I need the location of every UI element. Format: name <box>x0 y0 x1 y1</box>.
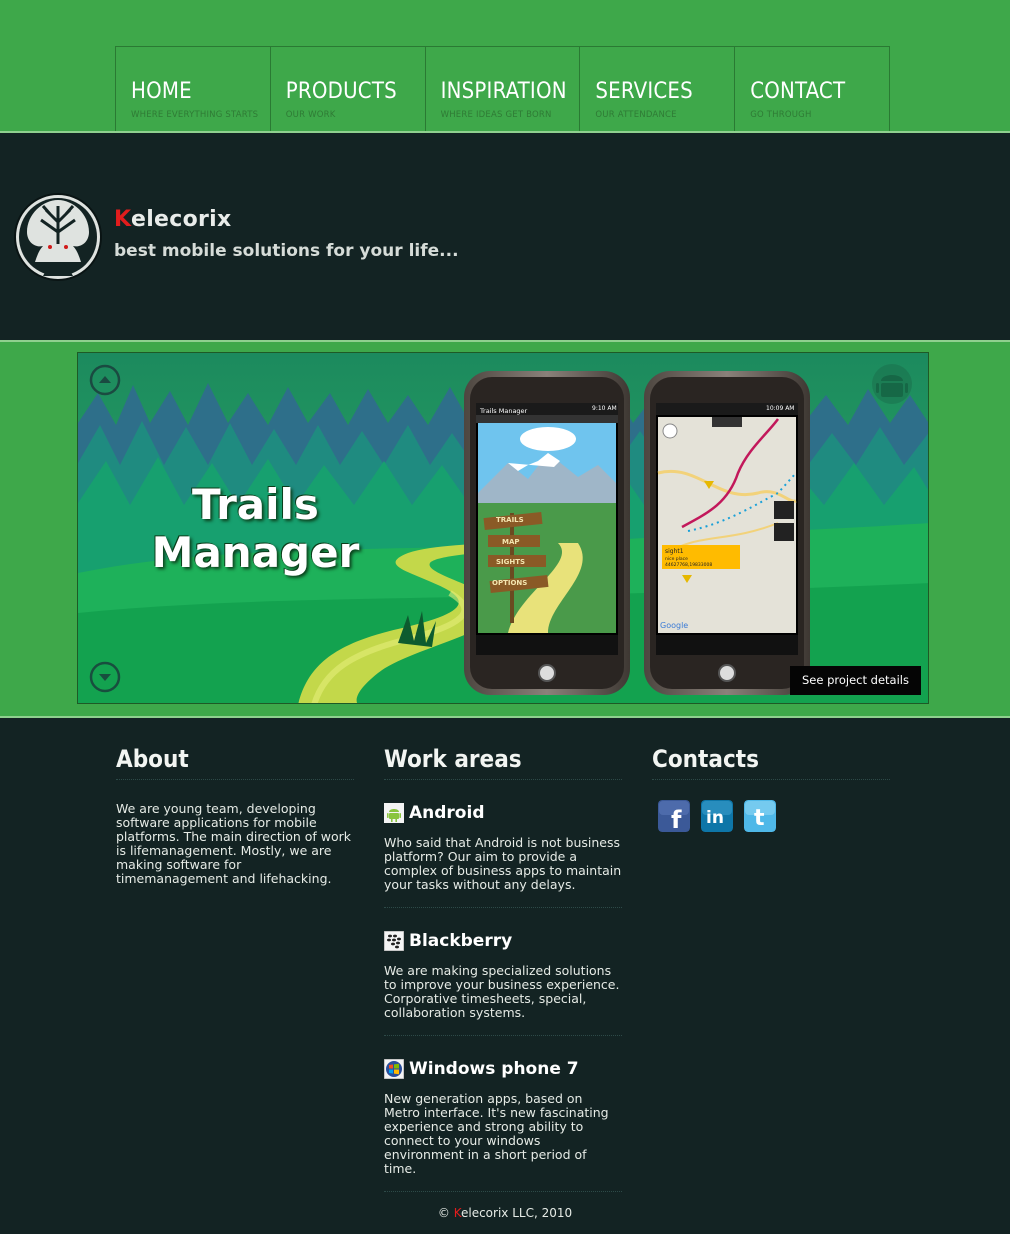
work-area-blackberry: Blackberry We are making specialized sol… <box>384 908 622 1036</box>
twitter-icon[interactable]: t <box>744 800 776 832</box>
phone1-app-title: Trails Manager <box>479 407 528 415</box>
android-watermark-icon <box>872 364 912 404</box>
work-area-windows-phone: Windows phone 7 New generation apps, bas… <box>384 1036 622 1192</box>
banner-title: Trails Manager <box>148 481 363 577</box>
work-area-header: Windows phone 7 <box>384 1058 622 1080</box>
work-area-header: Android <box>384 802 622 824</box>
about-heading: About <box>116 744 354 780</box>
work-area-text: Who said that Android is not business pl… <box>384 835 622 892</box>
nav-item-inspiration[interactable]: INSPIRATION WHERE IDEAS GET BORN <box>425 46 581 131</box>
menu-item-options: OPTIONS <box>492 579 527 587</box>
linkedin-label: in <box>706 808 724 828</box>
site-header: Kelecorix best mobile solutions for your… <box>0 135 1010 340</box>
nav-title: PRODUCTS <box>285 79 397 104</box>
work-area-text: New generation apps, based on Metro inte… <box>384 1091 609 1176</box>
map-brand: Google <box>660 621 688 630</box>
work-areas-section: Work areas Android Who said that Android… <box>384 744 622 1192</box>
phone1-time: 9:10 AM <box>592 405 617 412</box>
tree-logo-icon[interactable] <box>13 192 103 282</box>
nav-subtitle: OUR ATTENDANCE <box>595 110 677 120</box>
brand-slogan: best mobile solutions for your life... <box>114 241 459 261</box>
phone2-time: 10:09 AM <box>766 405 794 412</box>
map-popup-coords: 44627768,19833008 <box>665 562 712 568</box>
map-popup-desc: nice place <box>665 556 688 562</box>
slider-up-arrow-icon[interactable] <box>89 364 121 396</box>
footer-brand-rest: elecorix LLC, 2010 <box>460 1206 573 1220</box>
brand-name[interactable]: Kelecorix <box>114 207 232 232</box>
menu-item-trails: TRAILS <box>496 516 524 524</box>
project-banner: Trails Manager 9:10 AM TRAILS MAP SIGHTS… <box>77 352 929 704</box>
see-project-details-button[interactable]: See project details <box>790 666 921 695</box>
nav-item-home[interactable]: HOME WHERE EVERYTHING STARTS <box>116 46 271 131</box>
copyright-symbol: © <box>437 1206 450 1220</box>
nav-title: CONTACT <box>750 79 846 104</box>
slider-down-arrow-icon[interactable] <box>89 661 121 693</box>
nav-title: SERVICES <box>595 79 693 104</box>
nav-item-products[interactable]: PRODUCTS OUR WORK <box>270 46 426 131</box>
nav-title: HOME <box>131 79 192 104</box>
main-menu: HOME WHERE EVERYTHING STARTS PRODUCTS OU… <box>115 46 890 131</box>
work-area-text: We are making specialized solutions to i… <box>384 963 620 1020</box>
about-section: About We are young team, developing soft… <box>116 744 354 886</box>
nav-title: INSPIRATION <box>440 79 567 104</box>
work-area-title: Windows phone 7 <box>409 1059 579 1079</box>
nav-item-contact[interactable]: CONTACT GO THROUGH <box>735 46 890 131</box>
work-area-title: Android <box>409 803 485 823</box>
footer-brand-initial: K <box>453 1206 461 1220</box>
social-links: f in t <box>652 800 890 832</box>
nav-subtitle: GO THROUGH <box>750 110 812 120</box>
facebook-icon[interactable]: f <box>658 800 690 832</box>
menu-item-sights: SIGHTS <box>496 558 525 566</box>
phone-mockup-map <box>644 371 810 695</box>
top-navigation-band: HOME WHERE EVERYTHING STARTS PRODUCTS OU… <box>0 0 1010 133</box>
about-text: We are young team, developing software a… <box>116 801 352 886</box>
brand-rest: elecorix <box>130 207 232 232</box>
work-area-android: Android Who said that Android is not bus… <box>384 780 622 908</box>
linkedin-icon[interactable]: in <box>701 800 733 832</box>
banner-title-line2: Manager <box>151 528 360 577</box>
twitter-label: t <box>754 806 765 831</box>
android-icon <box>384 803 404 823</box>
menu-item-map: MAP <box>502 538 520 546</box>
nav-subtitle: OUR WORK <box>285 110 336 120</box>
nav-item-services[interactable]: SERVICES OUR ATTENDANCE <box>580 46 736 131</box>
map-popup-title: sight1 <box>665 548 684 555</box>
phone-mockup-menu <box>464 371 630 695</box>
footer-copyright: © Kelecorix LLC, 2010 <box>0 1206 1010 1220</box>
work-area-title: Blackberry <box>409 931 513 951</box>
nav-subtitle: WHERE EVERYTHING STARTS <box>131 110 259 120</box>
blackberry-icon <box>384 931 404 951</box>
contacts-section: Contacts f in t <box>652 744 890 832</box>
work-areas-heading: Work areas <box>384 744 622 780</box>
contacts-heading: Contacts <box>652 744 890 780</box>
brand-initial: K <box>114 207 131 232</box>
facebook-label: f <box>671 806 682 832</box>
banner-title-line1: Trails <box>192 480 319 529</box>
nav-subtitle: WHERE IDEAS GET BORN <box>440 110 552 120</box>
windows-icon <box>384 1059 404 1079</box>
work-area-header: Blackberry <box>384 930 622 952</box>
